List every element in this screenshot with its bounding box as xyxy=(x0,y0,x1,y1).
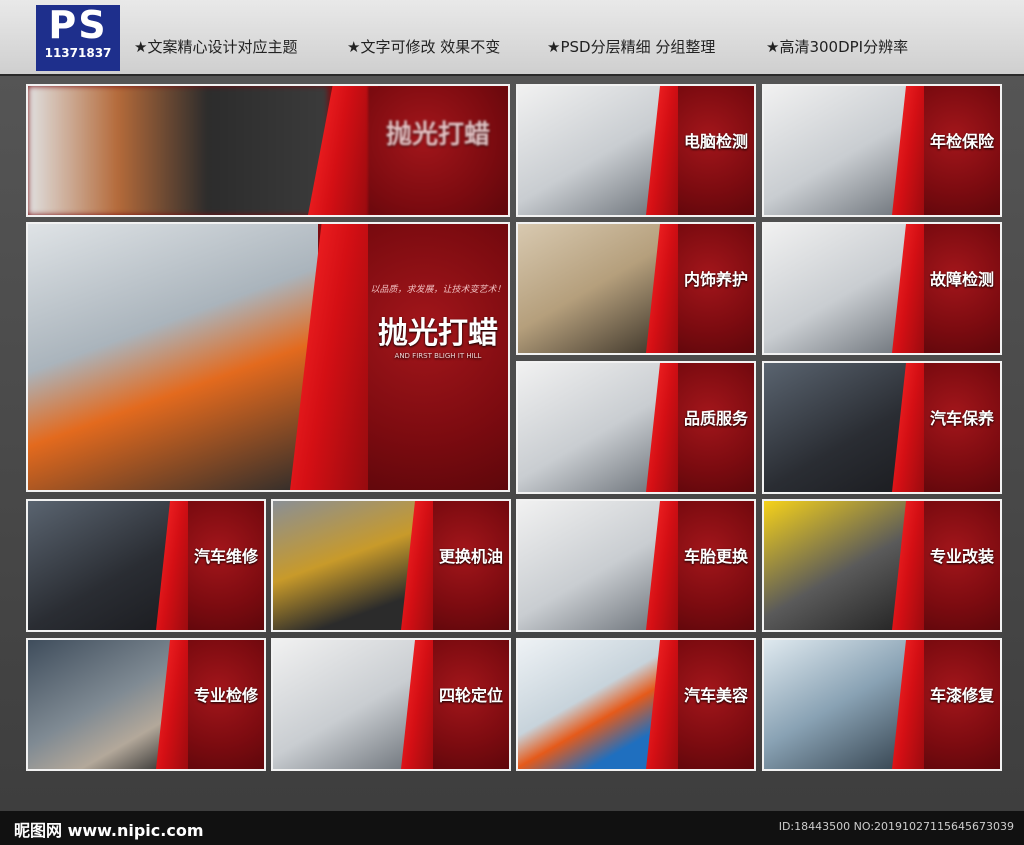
card-wheel-alignment: 四轮定位 xyxy=(271,638,511,771)
card-title: 电脑检测 xyxy=(683,132,748,151)
card-title: 抛光打蜡 xyxy=(385,120,490,150)
card-title: 汽车保养 xyxy=(929,409,994,428)
card-title: 故障检测 xyxy=(929,270,994,289)
card-polish-wax-feature: 以品质，求发展，让技术变艺术！ 抛光打蜡 AND FIRST BLIGH IT … xyxy=(26,222,510,492)
card-paint-repair: 车漆修复 xyxy=(762,638,1002,771)
card-subtitle: AND FIRST BLIGH IT HILL xyxy=(394,352,482,360)
card-pro-overhaul: 专业检修 xyxy=(26,638,266,771)
watermark-text: 昵图网 www.nipic.com xyxy=(14,821,204,840)
card-title: 车漆修复 xyxy=(929,686,994,705)
card-polish-wax-blurred: 抛光打蜡 xyxy=(26,84,510,217)
red-panel: 故障检测 xyxy=(924,224,1000,353)
red-panel: 品质服务 xyxy=(678,363,754,492)
card-car-beauty: 汽车美容 xyxy=(516,638,756,771)
red-panel: 年检保险 xyxy=(924,86,1000,215)
card-quality-service: 品质服务 xyxy=(516,361,756,494)
card-photo xyxy=(273,501,418,630)
card-photo xyxy=(764,363,909,492)
card-title: 专业改装 xyxy=(929,547,994,566)
red-panel: 更换机油 xyxy=(433,501,509,630)
card-pro-modification: 专业改装 xyxy=(762,499,1002,632)
top-banner: PS 11371837 ★文案精心设计对应主题 ★文字可修改 效果不变 ★PSD… xyxy=(0,0,1024,76)
red-panel: 汽车保养 xyxy=(924,363,1000,492)
card-title: 年检保险 xyxy=(929,132,994,151)
card-computer-test: 电脑检测 xyxy=(516,84,756,217)
red-panel: 汽车维修 xyxy=(188,501,264,630)
card-inspection-insurance: 年检保险 xyxy=(762,84,1002,217)
feature-text-3: ★PSD分层精细 分组整理 xyxy=(547,38,716,56)
red-panel: 电脑检测 xyxy=(678,86,754,215)
card-title: 汽车美容 xyxy=(683,686,748,705)
card-photo xyxy=(764,501,909,630)
red-panel: 抛光打蜡 xyxy=(368,86,508,215)
card-photo xyxy=(764,640,909,769)
red-panel: 车漆修复 xyxy=(924,640,1000,769)
card-photo xyxy=(764,86,909,215)
red-panel: 内饰养护 xyxy=(678,224,754,353)
card-photo xyxy=(28,501,173,630)
ps-logo: PS 11371837 xyxy=(36,5,120,71)
card-photo xyxy=(518,86,663,215)
card-title: 更换机油 xyxy=(438,547,503,566)
card-oil-change: 更换机油 xyxy=(271,499,511,632)
card-fault-detection: 故障检测 xyxy=(762,222,1002,355)
ps-logo-number: 11371837 xyxy=(44,46,112,60)
red-panel: 汽车美容 xyxy=(678,640,754,769)
card-car-repair: 汽车维修 xyxy=(26,499,266,632)
card-photo xyxy=(518,224,663,353)
card-title: 汽车维修 xyxy=(193,547,258,566)
feature-text-2: ★文字可修改 效果不变 xyxy=(347,38,501,56)
card-photo xyxy=(28,224,318,490)
card-tagline: 以品质，求发展，让技术变艺术！ xyxy=(370,285,506,295)
card-photo xyxy=(28,86,328,215)
card-tire-replacement: 车胎更换 xyxy=(516,499,756,632)
image-id-text: ID:18443500 NO:20191027115645673039 xyxy=(778,820,1014,833)
red-panel: 以品质，求发展，让技术变艺术！ 抛光打蜡 AND FIRST BLIGH IT … xyxy=(368,224,508,490)
footer-bar: 昵图网 www.nipic.com ID:18443500 NO:2019102… xyxy=(0,811,1024,845)
card-interior-care: 内饰养护 xyxy=(516,222,756,355)
card-title: 品质服务 xyxy=(683,409,748,428)
feature-text-1: ★文案精心设计对应主题 xyxy=(134,38,298,56)
card-photo xyxy=(518,501,663,630)
red-panel: 四轮定位 xyxy=(433,640,509,769)
card-photo xyxy=(518,363,663,492)
card-title: 专业检修 xyxy=(193,686,258,705)
card-title: 四轮定位 xyxy=(438,686,503,705)
red-panel: 专业改装 xyxy=(924,501,1000,630)
card-car-maintenance: 汽车保养 xyxy=(762,361,1002,494)
card-title: 抛光打蜡 xyxy=(378,316,498,351)
card-photo xyxy=(764,224,909,353)
ps-logo-text: PS xyxy=(48,3,108,47)
red-panel: 专业检修 xyxy=(188,640,264,769)
card-title: 车胎更换 xyxy=(683,547,748,566)
card-title: 内饰养护 xyxy=(683,270,748,289)
card-photo xyxy=(273,640,418,769)
card-photo xyxy=(518,640,663,769)
card-photo xyxy=(28,640,173,769)
red-panel: 车胎更换 xyxy=(678,501,754,630)
feature-text-4: ★高清300DPI分辨率 xyxy=(766,38,909,56)
